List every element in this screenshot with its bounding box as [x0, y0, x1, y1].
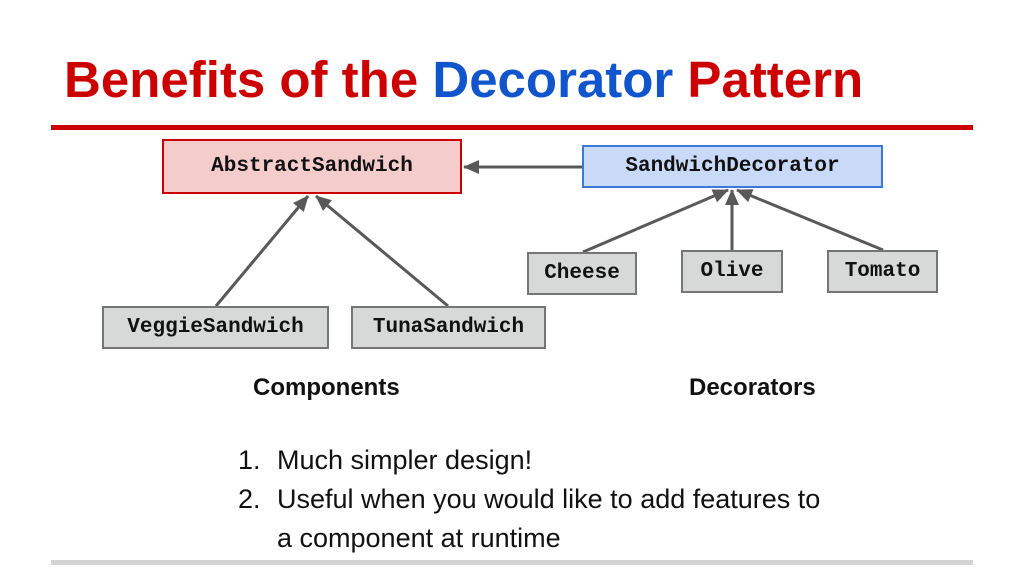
node-tomato: Tomato	[827, 250, 938, 293]
node-tuna-sandwich: TunaSandwich	[351, 306, 546, 349]
list-item-number: 1.	[238, 445, 261, 475]
group-label-components: Components	[253, 374, 400, 401]
edge-tunasandwich-to-abstractsandwich	[315, 194, 449, 308]
node-abstract-sandwich: AbstractSandwich	[162, 139, 462, 194]
edge-cheese-to-sandwichdecorator	[582, 188, 729, 254]
list-item: 2. Useful when you would like to add fea…	[238, 480, 838, 558]
edge-tomato-to-sandwichdecorator	[736, 188, 884, 252]
node-veggie-sandwich: VeggieSandwich	[102, 306, 329, 349]
benefits-list: 1. Much simpler design! 2. Useful when y…	[238, 441, 838, 558]
footer-divider	[51, 560, 973, 565]
list-item-text: Useful when you would like to add featur…	[277, 484, 821, 553]
list-item-text: Much simpler design!	[277, 445, 533, 475]
list-item: 1. Much simpler design!	[238, 441, 838, 480]
edge-veggiesandwich-to-abstractsandwich	[214, 195, 310, 307]
node-sandwich-decorator: SandwichDecorator	[582, 145, 883, 188]
list-item-number: 2.	[238, 484, 261, 514]
group-label-decorators: Decorators	[689, 374, 816, 401]
node-cheese: Cheese	[527, 252, 637, 295]
node-olive: Olive	[681, 250, 783, 293]
